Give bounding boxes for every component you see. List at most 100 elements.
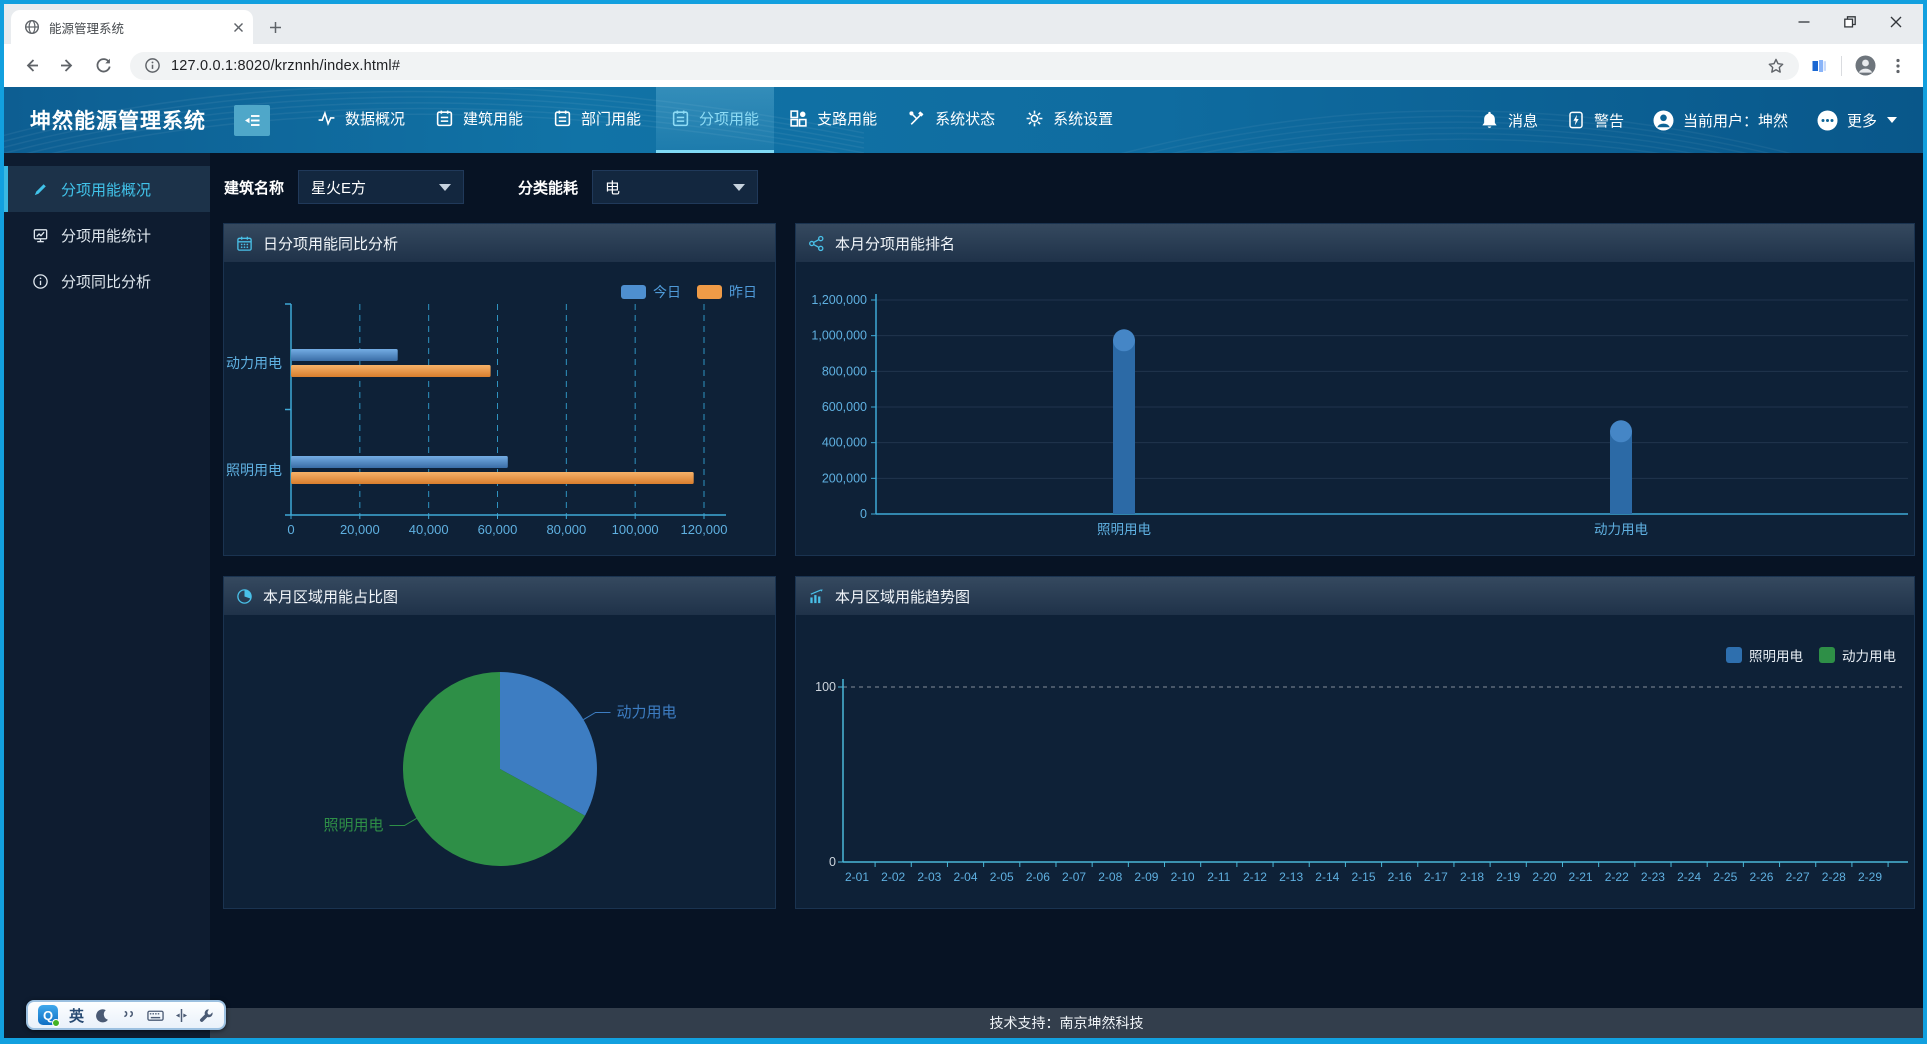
- minimize-button[interactable]: [1781, 4, 1827, 40]
- building-select[interactable]: 星火E方: [298, 170, 464, 204]
- panel-title: 日分项用能同比分析: [263, 233, 398, 254]
- svg-text:2-26: 2-26: [1749, 870, 1773, 884]
- main-area: 分项用能概况分项用能统计分项同比分析 建筑名称 星火E方 分类能耗 电: [4, 153, 1923, 1038]
- bar-动力用电: [1610, 430, 1632, 514]
- nav-tab[interactable]: 建筑用能: [420, 87, 538, 153]
- more-ellipsis-icon: [1816, 109, 1839, 132]
- new-tab-button[interactable]: [262, 14, 288, 40]
- profile-avatar[interactable]: [1854, 54, 1877, 77]
- forward-icon[interactable]: [50, 49, 84, 83]
- panel-title: 本月区域用能趋势图: [835, 586, 970, 607]
- restore-button[interactable]: [1827, 4, 1873, 40]
- sidebar-item[interactable]: 分项同比分析: [4, 258, 210, 304]
- chart-canvas: 动力用电照明用电020,00040,00060,00080,000100,000…: [224, 262, 775, 555]
- svg-text:2-17: 2-17: [1424, 870, 1448, 884]
- legend-item[interactable]: 今日: [621, 282, 681, 302]
- legend-item[interactable]: 动力用电: [1819, 645, 1896, 665]
- legend-swatch: [1819, 647, 1835, 663]
- bar-cap-照明用电: [1113, 329, 1135, 351]
- footer-text: 技术支持：南京坤然科技: [990, 1013, 1144, 1033]
- ime-moon-icon[interactable]: [95, 1008, 110, 1023]
- window-controls: [1781, 4, 1919, 40]
- energy-select[interactable]: 电: [592, 170, 758, 204]
- svg-text:2-06: 2-06: [1026, 870, 1050, 884]
- svg-text:照明用电: 照明用电: [1097, 522, 1151, 537]
- board-icon: [32, 227, 49, 244]
- svg-text:2-29: 2-29: [1858, 870, 1882, 884]
- url-text[interactable]: 127.0.0.1:8020/krznnh/index.html#: [171, 58, 1757, 74]
- svg-text:60,000: 60,000: [478, 522, 518, 537]
- bell-icon: [1479, 110, 1500, 131]
- reload-icon[interactable]: [86, 49, 120, 83]
- energy-select-value: 电: [605, 177, 620, 198]
- svg-text:80,000: 80,000: [546, 522, 586, 537]
- sidebar-item[interactable]: 分项用能统计: [4, 212, 210, 258]
- ime-split-icon[interactable]: [175, 1008, 188, 1023]
- svg-text:120,000: 120,000: [681, 522, 728, 537]
- back-icon[interactable]: [14, 49, 48, 83]
- current-user[interactable]: 当前用户：坤然: [1652, 109, 1788, 132]
- panel-header: 本月区域用能占比图: [224, 577, 775, 615]
- bookmark-star-icon[interactable]: [1767, 57, 1785, 75]
- nav-tab-label: 支路用能: [817, 108, 877, 129]
- nav-tab[interactable]: 系统状态: [892, 87, 1010, 153]
- nav-tab[interactable]: 支路用能: [774, 87, 892, 153]
- browser-menu-icon[interactable]: [1889, 57, 1907, 75]
- legend-label: 照明用电: [1749, 645, 1803, 665]
- panel-title: 本月区域用能占比图: [263, 586, 398, 607]
- gear-icon: [1025, 109, 1044, 128]
- grid-icon: [789, 109, 808, 128]
- book-icon: [553, 109, 572, 128]
- trend-chart-icon: [808, 588, 825, 605]
- legend-swatch: [1726, 647, 1742, 663]
- omnibox[interactable]: 127.0.0.1:8020/krznnh/index.html#: [130, 52, 1799, 80]
- alerts-button[interactable]: 警告: [1566, 110, 1624, 131]
- panel-body: 今日昨日 动力用电照明用电020,00040,00060,00080,00010…: [224, 262, 775, 555]
- toolbar-right: [1809, 54, 1907, 77]
- svg-text:2-05: 2-05: [990, 870, 1014, 884]
- svg-text:800,000: 800,000: [822, 364, 867, 378]
- panel-title: 本月分项用能排名: [835, 233, 955, 254]
- ime-logo[interactable]: Q: [38, 1005, 58, 1025]
- close-button[interactable]: [1873, 4, 1919, 40]
- ime-language-toggle[interactable]: 英: [69, 1005, 84, 1026]
- share-nodes-icon: [808, 235, 825, 252]
- extension-icon[interactable]: [1809, 56, 1829, 76]
- nav-tab[interactable]: 数据概况: [302, 87, 420, 153]
- month-rank-chart: 0200,000400,000600,000800,0001,000,0001,…: [796, 262, 1914, 555]
- pen-icon: [32, 181, 49, 198]
- page-info-icon[interactable]: [144, 57, 161, 74]
- tools-icon: [907, 109, 926, 128]
- svg-text:2-08: 2-08: [1098, 870, 1122, 884]
- nav-tab[interactable]: 部门用能: [538, 87, 656, 153]
- nav-tab[interactable]: 分项用能: [656, 87, 774, 153]
- book-icon: [671, 109, 690, 128]
- more-label: 更多: [1847, 110, 1877, 131]
- more-menu[interactable]: 更多: [1816, 109, 1897, 132]
- panel-body: 动力用电照明用电: [224, 615, 775, 908]
- legend-item[interactable]: 照明用电: [1726, 645, 1803, 665]
- ime-punctuation-icon[interactable]: [121, 1008, 136, 1023]
- panel-body: 照明用电动力用电 10002-012-022-032-042-052-062-0…: [796, 615, 1914, 908]
- nav-tab-label: 数据概况: [345, 108, 405, 129]
- sidebar-item[interactable]: 分项用能概况: [4, 166, 210, 212]
- ime-keyboard-icon[interactable]: [147, 1008, 164, 1023]
- legend-label: 昨日: [729, 282, 757, 302]
- pie-chart-icon: [236, 588, 253, 605]
- messages-button[interactable]: 消息: [1479, 110, 1538, 131]
- svg-text:1,200,000: 1,200,000: [811, 293, 867, 307]
- menu-collapse-button[interactable]: [234, 105, 270, 136]
- sidebar-item-label: 分项用能概况: [61, 179, 151, 200]
- chevron-down-icon: [733, 184, 745, 191]
- browser-window: 能源管理系统: [0, 0, 1927, 1044]
- svg-text:400,000: 400,000: [822, 436, 867, 450]
- ime-wrench-icon[interactable]: [199, 1008, 214, 1023]
- nav-tab[interactable]: 系统设置: [1010, 87, 1128, 153]
- main-menu: 数据概况建筑用能部门用能分项用能 支路用能系统状态系统设置: [302, 87, 1128, 153]
- svg-text:2-07: 2-07: [1062, 870, 1086, 884]
- tab-close-icon[interactable]: [233, 22, 244, 33]
- alerts-label: 警告: [1594, 110, 1624, 131]
- legend-item[interactable]: 昨日: [697, 282, 757, 302]
- book-icon: [435, 109, 454, 128]
- browser-tab[interactable]: 能源管理系统: [11, 10, 253, 44]
